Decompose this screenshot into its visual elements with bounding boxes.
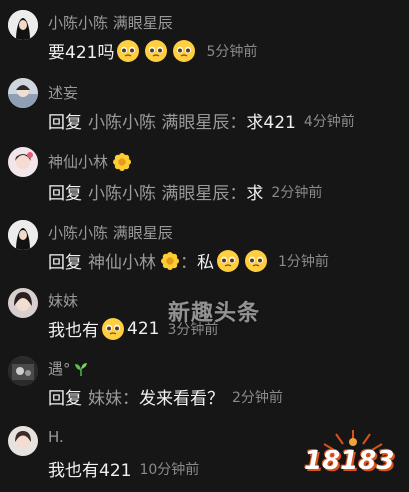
comment-text: 我也有421 xyxy=(48,461,132,481)
commenter-name[interactable]: H. xyxy=(48,428,64,446)
comment-text: 要421吗 xyxy=(48,43,115,63)
pleading-face-icon xyxy=(102,317,124,340)
comment-time: 2分钟前 xyxy=(232,389,283,406)
reply-label: 回复 xyxy=(48,253,82,273)
avatar[interactable] xyxy=(8,10,38,40)
reply-target[interactable]: 神仙小林 xyxy=(88,248,156,273)
comment-time: 2分钟前 xyxy=(271,184,323,201)
comment-body: 要421吗 5分钟前 xyxy=(48,38,257,63)
commenter-name-text: 遇° xyxy=(48,360,71,378)
commenter-name-text: 神仙小林 xyxy=(48,153,109,171)
flower-icon xyxy=(113,152,132,171)
reply-target[interactable]: 小陈小陈 满眼星辰： xyxy=(88,179,246,204)
avatar[interactable] xyxy=(8,356,38,386)
pleading-face-icon xyxy=(217,249,239,272)
reply-target[interactable]: 妹妹： xyxy=(88,384,139,409)
comment-text: 求421 xyxy=(246,113,296,133)
comment-body: 回复 神仙小林 ： 私 1分钟前 xyxy=(48,248,329,273)
sprout-icon xyxy=(74,362,87,376)
comment-time: 4分钟前 xyxy=(303,113,355,130)
comment-text-after: 421 xyxy=(127,318,160,339)
avatar[interactable] xyxy=(8,78,38,108)
avatar[interactable] xyxy=(8,147,38,177)
reply-label: 回复 xyxy=(48,184,82,204)
avatar[interactable] xyxy=(8,220,38,250)
pleading-face-icon xyxy=(245,249,267,272)
avatar[interactable] xyxy=(8,426,38,456)
commenter-name[interactable]: 妹妹 xyxy=(48,290,78,311)
pleading-face-icon xyxy=(145,39,168,62)
comment-body: 回复 妹妹： 发来看看？ 2分钟前 xyxy=(48,384,283,409)
reply-label: 回复 xyxy=(48,113,82,133)
comment-time: 5分钟前 xyxy=(206,43,258,60)
site-logo: 18183 xyxy=(298,420,408,492)
comment-text: 发来看看？ xyxy=(139,389,224,409)
avatar[interactable] xyxy=(8,288,38,318)
comment-list: 小陈小陈 满眼星辰 要421吗 5分钟前 述妄 回复 小陈小陈 满眼星辰： 求4… xyxy=(0,0,409,492)
commenter-name[interactable]: 述妄 xyxy=(48,82,78,103)
commenter-name[interactable]: 小陈小陈 满眼星辰 xyxy=(48,12,173,33)
commenter-name[interactable]: 小陈小陈 满眼星辰 xyxy=(48,222,173,243)
comment-body: 回复 小陈小陈 满眼星辰： 求421 4分钟前 xyxy=(48,108,355,133)
pleading-face-icon xyxy=(117,39,140,62)
watermark: 新趣头条 xyxy=(168,301,261,326)
comment-text: 私 xyxy=(197,253,214,273)
reply-target[interactable]: 小陈小陈 满眼星辰： xyxy=(88,108,246,133)
commenter-name[interactable]: 遇° xyxy=(48,358,89,379)
comment-body: 回复 小陈小陈 满眼星辰： 求 2分钟前 xyxy=(48,179,322,204)
reply-label: 回复 xyxy=(48,389,82,409)
comment-text: 求 xyxy=(246,184,264,204)
commenter-name[interactable]: 神仙小林 xyxy=(48,151,132,172)
flower-icon xyxy=(161,251,179,270)
comment-body: 我也有421 10分钟前 xyxy=(48,456,199,481)
pleading-face-icon xyxy=(173,39,196,62)
comment-time: 1分钟前 xyxy=(278,253,329,270)
comment-text: 我也有 xyxy=(48,321,99,341)
logo-text: 18183 xyxy=(304,446,395,476)
comment-time: 10分钟前 xyxy=(139,461,200,478)
reply-colon: ： xyxy=(180,253,197,273)
